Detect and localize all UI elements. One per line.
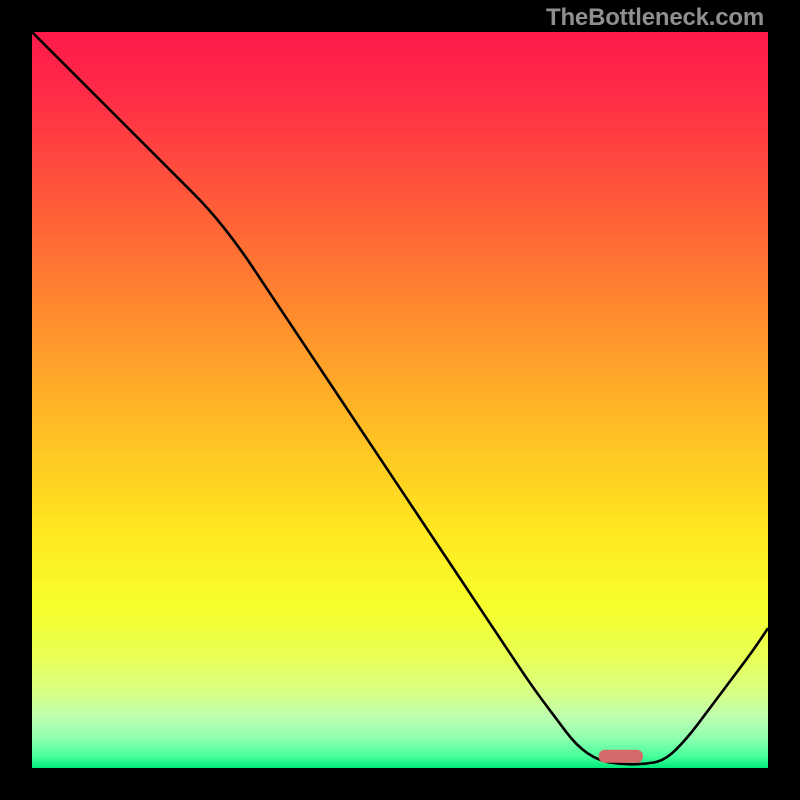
- chart-svg: [32, 32, 768, 768]
- chart-area: [32, 32, 768, 768]
- optimal-range-marker: [599, 750, 643, 763]
